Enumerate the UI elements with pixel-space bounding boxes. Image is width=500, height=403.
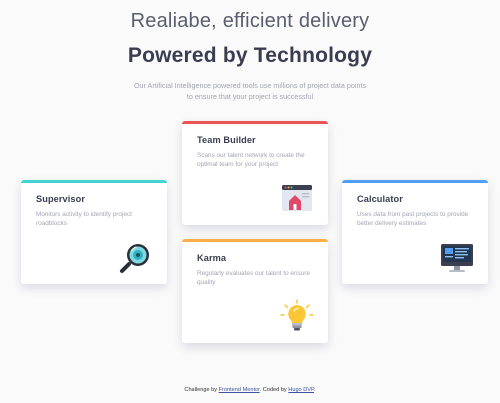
card-calculator: Calculator Uses data from past projects … — [342, 180, 488, 284]
magnifier-icon — [119, 240, 153, 274]
card-title: Team Builder — [197, 135, 256, 145]
card-accent-bar — [182, 121, 328, 124]
page: Realiabe, efficient delivery Powered by … — [0, 0, 500, 403]
card-accent-bar — [21, 180, 167, 183]
attribution-suffix: . — [314, 387, 316, 393]
card-description: Uses data from past projects to provide … — [357, 211, 469, 228]
card-accent-bar — [342, 180, 488, 183]
hero-title: Powered by Technology — [127, 44, 373, 67]
card-description: Scans our talent network to create the o… — [197, 152, 305, 169]
attribution-middle: . Coded by — [259, 387, 287, 393]
hero-subtitle: Realiabe, efficient delivery — [130, 10, 370, 32]
card-description: Monitors activity to identify project ro… — [36, 211, 132, 228]
frontend-mentor-link[interactable]: Frontend Mentor — [219, 387, 260, 393]
card-karma: Karma Regularly evaluates our talent to … — [182, 239, 328, 343]
card-supervisor: Supervisor Monitors activity to identify… — [21, 180, 167, 284]
attribution-prefix: Challenge by — [184, 387, 218, 393]
lightbulb-icon — [280, 299, 314, 333]
card-team-builder: Team Builder Scans our talent network to… — [182, 121, 328, 225]
author-link[interactable]: Hugo DVP — [288, 387, 314, 393]
team-builder-window-icon — [280, 181, 314, 215]
attribution: Challenge by Frontend Mentor. Coded by H… — [0, 387, 500, 393]
card-title: Supervisor — [36, 194, 85, 204]
card-title: Karma — [197, 253, 227, 263]
hero-description: Our Artificial Intelligence powered tool… — [133, 81, 367, 101]
card-description: Regularly evaluates our talent to ensure… — [197, 270, 310, 287]
card-accent-bar — [182, 239, 328, 242]
monitor-icon — [440, 240, 474, 274]
card-title: Calculator — [357, 194, 403, 204]
